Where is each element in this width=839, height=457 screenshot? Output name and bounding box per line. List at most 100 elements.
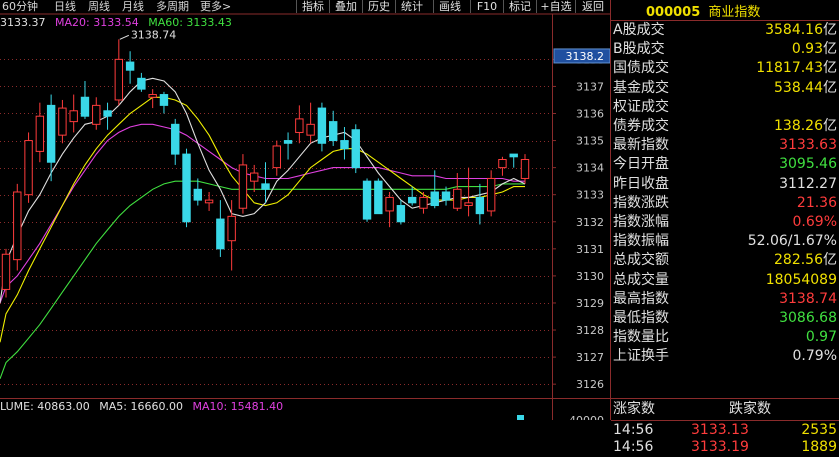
candle-body <box>283 140 293 144</box>
quote-row: 昨日收盘 3112.27 <box>613 175 839 194</box>
down-count-label: 跌家数 <box>729 401 771 417</box>
quote-value-text: 11817.43 <box>756 60 823 77</box>
candle-body <box>509 153 518 158</box>
volume-legend-ma10: MA10: 15481.40 <box>192 400 284 413</box>
candle-body <box>306 123 315 136</box>
period-60min[interactable]: 60分钟 <box>2 0 38 13</box>
period-daily[interactable]: 日线 <box>54 0 76 13</box>
axis-tick-label: 3135 <box>576 135 604 148</box>
candle <box>69 94 78 133</box>
quote-row-label: 总成交额 <box>613 252 669 269</box>
axis-tick-label: 3130 <box>576 270 604 283</box>
candle-body <box>58 107 67 136</box>
panel-divider <box>611 398 839 399</box>
ma-legend-close: 3133.37 <box>0 16 46 29</box>
candle <box>80 81 90 119</box>
current-price-label: 3138.2 <box>566 50 605 63</box>
quote-value-text: 0.79% <box>792 348 837 365</box>
candle-body <box>114 58 124 101</box>
quote-value-text: 0.93 <box>791 41 823 58</box>
quote-row: 上证换手 0.79% <box>613 347 839 366</box>
quote-row: 指数涨跌 21.36 <box>613 194 839 213</box>
quote-row-label: 国债成交 <box>613 60 669 77</box>
chart-grid <box>0 13 610 420</box>
period-more[interactable]: 更多> <box>200 0 231 13</box>
quote-value-unit: 亿 <box>823 79 837 96</box>
ma-legend-ma60: MA60: 3133.43 <box>148 16 232 29</box>
candle-body <box>13 191 22 261</box>
candle-body <box>486 177 496 212</box>
axis-tick-label: 3128 <box>576 324 604 337</box>
candle-body <box>35 115 45 152</box>
period-monthly[interactable]: 月线 <box>122 0 144 13</box>
quote-row-value: 3112.27 <box>779 175 837 194</box>
candle <box>385 191 394 228</box>
indicator-button[interactable]: 指标 <box>296 0 329 13</box>
volume-legend-ma5: MA5: 16660.00 <box>99 400 183 413</box>
candle <box>238 154 248 214</box>
candle <box>216 200 225 257</box>
index-title: 000005 商业指数 <box>646 1 760 20</box>
candle-body <box>328 121 338 142</box>
stats-button[interactable]: 统计 <box>395 0 428 13</box>
draw-line-button[interactable]: 画线 <box>433 0 466 13</box>
candle-body <box>216 218 225 250</box>
quote-value-text: 3086.68 <box>779 310 837 326</box>
quote-row: 指数振幅 52.06/1.67% <box>613 232 839 251</box>
quote-row-label: 权证成交 <box>613 98 669 115</box>
quote-row-value: 3138.74 <box>779 290 837 309</box>
axis-tick-label: 3132 <box>576 216 604 229</box>
candle-body <box>227 215 236 242</box>
kline-chart[interactable]: 3138.74 31383137313631353134313331323131… <box>0 0 610 420</box>
quote-row-label: 基金成交 <box>613 79 669 96</box>
quote-row-value: 3095.46 <box>779 155 837 174</box>
high-marker <box>119 34 130 40</box>
quote-row-label: 债券成交 <box>613 118 669 134</box>
quote-row-value: 3584.16亿 <box>765 21 837 40</box>
quote-row: 今日开盘 3095.46 <box>613 155 839 174</box>
candle-body <box>182 153 191 223</box>
quote-row-value: 11817.43亿 <box>756 59 837 78</box>
candle <box>193 178 203 206</box>
candle <box>171 118 180 165</box>
candle-body <box>103 110 112 117</box>
candle-body <box>340 140 349 150</box>
candle-body <box>46 104 56 163</box>
back-button[interactable]: 返回 <box>575 0 610 13</box>
quote-row-value: 538.44亿 <box>774 79 837 98</box>
candle <box>24 132 33 203</box>
ma20-line <box>0 123 525 304</box>
quote-row-label: 昨日收盘 <box>613 175 669 192</box>
quote-value-text: 21.36 <box>796 194 837 211</box>
quote-value-text: 0.69% <box>792 214 837 230</box>
quote-row-value: 282.56亿 <box>774 251 837 270</box>
period-multi[interactable]: 多周期 <box>156 0 189 13</box>
overlay-button[interactable]: 叠加 <box>329 0 362 13</box>
candle-body <box>137 77 146 90</box>
add-watchlist-button[interactable]: +自选 <box>536 0 575 13</box>
mark-button[interactable]: 标记 <box>503 0 536 13</box>
quote-value-unit: 亿 <box>823 60 837 77</box>
quote-row: 总成交额 282.56亿 <box>613 251 839 270</box>
quote-row-value: 138.26亿 <box>774 117 837 136</box>
volume-legend: LUME: 40863.00 MA5: 16660.00 MA10: 15481… <box>0 400 283 414</box>
history-button[interactable]: 历史 <box>362 0 395 13</box>
candle <box>328 110 338 146</box>
candle-body <box>92 104 101 125</box>
quote-panel: 000005 商业指数 A股成交 3584.16亿 B股成交 0.93亿 国债成交 118… <box>610 0 839 455</box>
candle <box>509 153 518 168</box>
quote-row: 债券成交 138.26亿 <box>613 117 839 136</box>
candle <box>35 102 45 163</box>
period-weekly[interactable]: 周线 <box>88 0 110 13</box>
candle <box>486 170 496 217</box>
candle-body <box>475 196 485 215</box>
quote-value-text: 3584.16 <box>765 22 823 38</box>
f10-button[interactable]: F10 <box>470 0 503 13</box>
candle <box>92 97 101 130</box>
quote-row-label: 指数涨幅 <box>613 214 669 230</box>
candle-body <box>374 180 383 215</box>
quote-value-text: 138.26 <box>774 118 823 134</box>
candle-body <box>272 145 281 169</box>
candle-body <box>396 205 406 223</box>
candle <box>227 200 236 271</box>
